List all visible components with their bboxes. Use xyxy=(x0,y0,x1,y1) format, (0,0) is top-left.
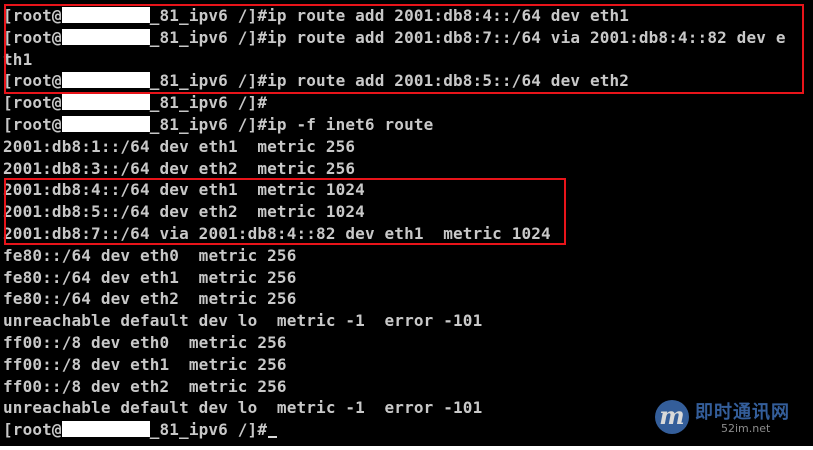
route-line: 2001:db8:4::/64 dev eth1 metric 1024 xyxy=(3,180,365,200)
redacted-hostname xyxy=(61,72,150,89)
prompt-user: [root@ xyxy=(3,420,62,440)
command-line: [root@ _81_ipv6 /]#ip route add 2001:db8:… xyxy=(3,27,813,49)
command-text: ip -f inet6 route xyxy=(267,114,434,134)
prompt-user: [root@ xyxy=(3,71,62,91)
route-line: fe80::/64 dev eth1 metric 256 xyxy=(3,267,297,287)
prompt-host-suffix: _81_ipv6 /]# xyxy=(149,114,268,134)
site-url: 52im.net xyxy=(721,422,771,435)
route-line: fe80::/64 dev eth0 metric 256 xyxy=(3,245,297,265)
route-line: ff00::/8 dev eth1 metric 256 xyxy=(3,354,287,374)
prompt-host-suffix: _81_ipv6 /]# xyxy=(149,27,268,47)
prompt-user: [root@ xyxy=(3,114,62,134)
route-line: ff00::/8 dev eth2 metric 256 xyxy=(3,376,287,396)
redacted-hostname xyxy=(61,421,150,438)
route-line: 2001:db8:7::/64 via 2001:db8:4::82 dev e… xyxy=(3,223,551,243)
route-line: ff00::/8 dev eth0 metric 256 xyxy=(3,332,287,352)
prompt-user: [root@ xyxy=(3,6,62,25)
terminal-output: [root@ _81_ipv6 /]#ip route add 2001:db8:… xyxy=(3,5,813,441)
prompt-host-suffix: _81_ipv6 /]# xyxy=(149,6,268,25)
prompt-user: [root@ xyxy=(3,27,62,47)
route-line: 2001:db8:5::/64 dev eth2 metric 1024 xyxy=(3,202,365,222)
terminal-cursor xyxy=(268,436,278,439)
route-line: 2001:db8:1::/64 dev eth1 metric 256 xyxy=(3,136,356,156)
redacted-hostname xyxy=(61,28,150,45)
prompt-user: [root@ xyxy=(3,93,62,113)
prompt-host-suffix: _81_ipv6 /]# xyxy=(149,71,268,91)
command-text: ip route add 2001:db8:7::/64 via 2001:db… xyxy=(267,27,786,47)
site-logo-icon: m xyxy=(655,400,689,434)
route-line: 2001:db8:3::/64 dev eth2 metric 256 xyxy=(3,158,356,178)
redacted-hostname xyxy=(61,94,150,111)
route-line: fe80::/64 dev eth2 metric 256 xyxy=(3,289,297,309)
route-line: unreachable default dev lo metric -1 err… xyxy=(3,311,483,331)
redacted-hostname xyxy=(61,7,150,23)
redacted-hostname xyxy=(61,115,150,132)
command-continuation: th1 xyxy=(3,49,33,69)
site-name: 即时通讯网 xyxy=(695,402,790,423)
command-line: [root@ _81_ipv6 /]# xyxy=(3,92,813,114)
site-watermark: m 即时通讯网 52im.net xyxy=(655,398,805,438)
command-text: ip route add 2001:db8:5::/64 dev eth2 xyxy=(267,71,630,91)
command-line: [root@ _81_ipv6 /]#ip route add 2001:db8:… xyxy=(3,5,813,27)
wrapped-line: th1 xyxy=(3,49,813,71)
command-line: [root@ _81_ipv6 /]#ip route add 2001:db8:… xyxy=(3,70,813,92)
command-line: [root@ _81_ipv6 /]#ip -f inet6 route xyxy=(3,114,813,136)
command-text: ip route add 2001:db8:4::/64 dev eth1 xyxy=(267,6,630,25)
prompt-host-suffix: _81_ipv6 /]# xyxy=(149,420,268,440)
prompt-host-suffix: _81_ipv6 /]# xyxy=(149,93,268,113)
terminal-window[interactable]: [root@ _81_ipv6 /]#ip route add 2001:db8:… xyxy=(0,0,813,446)
